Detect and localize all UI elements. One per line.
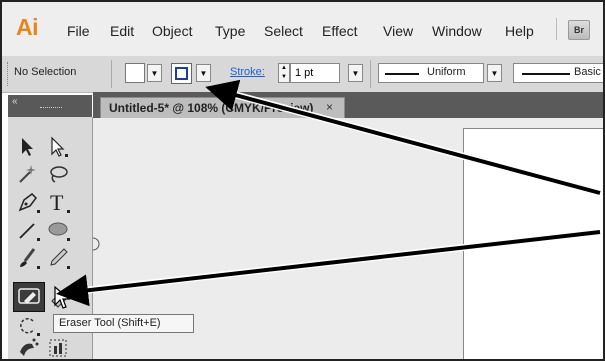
control-divider bbox=[370, 60, 371, 88]
selection-status: No Selection bbox=[14, 66, 77, 78]
menu-bar: Ai File Edit Object Type Select Effect V… bbox=[0, 0, 605, 57]
control-divider bbox=[111, 60, 112, 88]
app-logo: Ai bbox=[16, 14, 39, 40]
line-segment-icon[interactable] bbox=[14, 216, 42, 244]
screenshot-frame: Ai File Edit Object Type Select Effect V… bbox=[0, 0, 605, 361]
fill-swatch[interactable] bbox=[125, 63, 145, 83]
stroke-dropdown-button[interactable]: ▼ bbox=[196, 64, 211, 82]
stroke-weight-dropdown[interactable]: ▼ bbox=[348, 64, 363, 82]
brush-definition-select[interactable]: Basic bbox=[513, 63, 605, 83]
stroke-color-icon bbox=[175, 67, 188, 80]
menu-edit[interactable]: Edit bbox=[110, 23, 134, 39]
control-bar-grip[interactable] bbox=[7, 62, 11, 86]
selection-tool-icon[interactable] bbox=[14, 133, 42, 161]
pencil-icon[interactable] bbox=[44, 244, 72, 272]
menu-divider bbox=[556, 18, 557, 40]
stroke-swatch[interactable] bbox=[171, 63, 192, 84]
type-tool-icon[interactable]: T bbox=[44, 188, 72, 216]
profile-label: Uniform bbox=[427, 66, 466, 78]
stroke-panel-link[interactable]: Stroke: bbox=[230, 66, 265, 78]
variable-width-profile-select[interactable]: Uniform bbox=[378, 63, 484, 83]
profile-dropdown-button[interactable]: ▼ bbox=[487, 64, 502, 82]
artboard[interactable] bbox=[463, 128, 605, 361]
menu-view[interactable]: View bbox=[383, 23, 413, 39]
menu-help[interactable]: Help bbox=[505, 23, 534, 39]
menu-window[interactable]: Window bbox=[432, 23, 482, 39]
document-tab[interactable]: Untitled-5* @ 108% (CMYK/Preview) × bbox=[100, 97, 345, 118]
menu-object[interactable]: Object bbox=[152, 23, 192, 39]
panel-grip[interactable] bbox=[40, 107, 62, 110]
lasso-icon[interactable] bbox=[44, 160, 72, 188]
menu-select[interactable]: Select bbox=[264, 23, 303, 39]
stroke-weight-stepper[interactable]: ▲ ▼ bbox=[278, 63, 290, 83]
stroke-weight-field[interactable]: 1 pt bbox=[290, 63, 340, 83]
column-graph-icon[interactable] bbox=[44, 334, 72, 361]
brush-label: Basic bbox=[574, 66, 601, 78]
pen-tool-icon[interactable] bbox=[14, 188, 42, 216]
brush-preview-line bbox=[522, 73, 570, 75]
close-icon[interactable]: × bbox=[326, 100, 333, 114]
paintbrush-icon[interactable] bbox=[14, 244, 42, 272]
tool-tooltip: Eraser Tool (Shift+E) bbox=[53, 314, 194, 333]
collapse-icon[interactable]: « bbox=[12, 96, 18, 107]
profile-preview-line bbox=[385, 73, 419, 75]
tools-panel-header[interactable]: « bbox=[8, 95, 92, 117]
direct-selection-tool-icon[interactable] bbox=[44, 133, 72, 161]
svg-text:T: T bbox=[50, 190, 64, 215]
menu-type[interactable]: Type bbox=[215, 23, 245, 39]
magic-wand-icon[interactable] bbox=[14, 160, 42, 188]
mouse-cursor-icon bbox=[54, 285, 71, 309]
bridge-button[interactable]: Br bbox=[568, 20, 590, 40]
document-tab-title: Untitled-5* @ 108% (CMYK/Preview) bbox=[109, 101, 314, 115]
control-bar: No Selection ▼ ▼ Stroke: ▲ ▼ 1 pt ▼ Unifo… bbox=[0, 56, 605, 93]
blob-brush-icon[interactable] bbox=[15, 283, 43, 311]
symbol-sprayer-icon[interactable] bbox=[14, 334, 42, 361]
fill-dropdown-button[interactable]: ▼ bbox=[147, 64, 162, 82]
menu-file[interactable]: File bbox=[67, 23, 90, 39]
menu-effect[interactable]: Effect bbox=[322, 23, 358, 39]
ellipse-icon[interactable] bbox=[44, 216, 72, 244]
